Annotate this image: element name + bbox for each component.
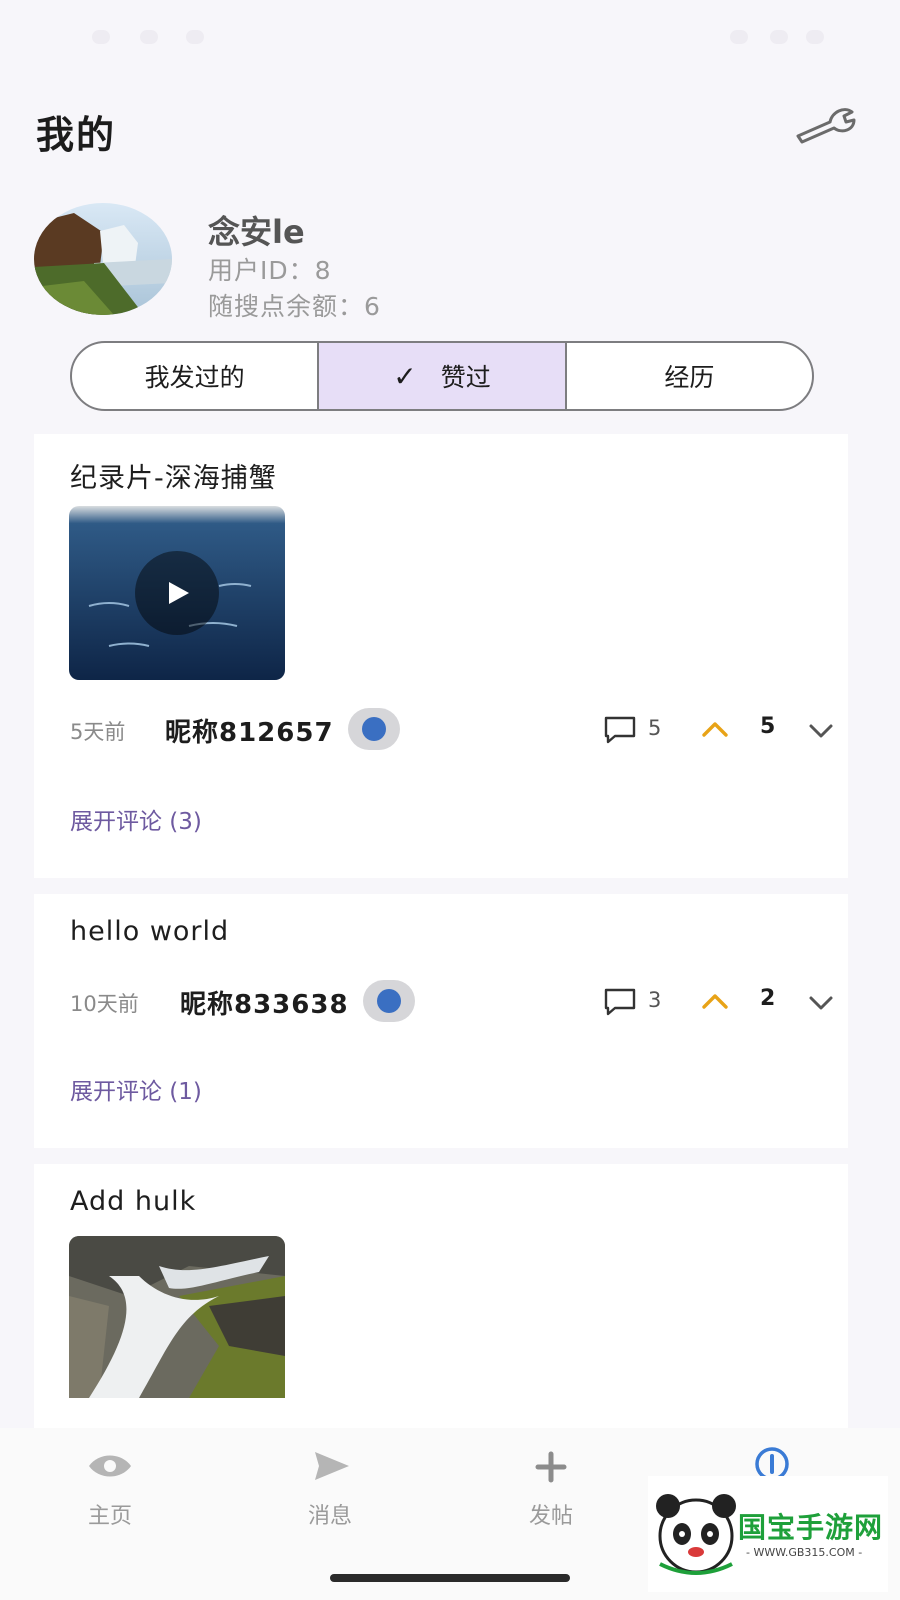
profile-balance: 随搜点余额：6	[208, 292, 381, 321]
user-badge-icon[interactable]	[363, 980, 415, 1022]
page-title: 我的	[36, 113, 117, 157]
profile-section: 念安le 用户ID：8 随搜点余额：6	[34, 203, 864, 323]
nav-label: 主页	[87, 1504, 132, 1529]
post-author[interactable]: 昵称812657	[165, 712, 334, 749]
post-time: 10天前	[70, 992, 139, 1016]
post-card[interactable]: Add hulk	[34, 1164, 848, 1428]
tab-label: 赞过	[440, 363, 491, 392]
watermark-url: - WWW.GB315.COM -	[746, 1546, 863, 1559]
tab-posted[interactable]: 我发过的	[72, 343, 320, 409]
avatar[interactable]	[34, 203, 172, 315]
nav-messages[interactable]: 消息	[270, 1446, 390, 1546]
comment-icon[interactable]	[603, 715, 637, 745]
post-video-thumbnail[interactable]	[69, 506, 285, 680]
watermark-text: 国宝手游网	[738, 1511, 884, 1544]
upvote-icon[interactable]	[700, 718, 730, 740]
battery-icon	[806, 30, 824, 44]
home-indicator[interactable]	[330, 1574, 570, 1582]
eye-icon	[89, 1455, 131, 1477]
nav-home[interactable]: 主页	[50, 1446, 170, 1546]
post-card[interactable]: 纪录片-深海捕蟹 5天前 昵称812657 5 5 展开评论 (3)	[34, 434, 848, 878]
status-bar	[0, 0, 900, 60]
plus-icon	[535, 1451, 567, 1483]
send-icon	[315, 1452, 349, 1480]
post-title: Add hulk	[70, 1186, 197, 1217]
nav-label: 发帖	[528, 1504, 573, 1529]
nav-post[interactable]: 发帖	[491, 1446, 611, 1546]
status-icon	[92, 30, 110, 44]
expand-comments-link[interactable]: 展开评论 (1)	[70, 1072, 202, 1106]
check-icon: ✓	[393, 359, 417, 393]
status-icon	[186, 30, 204, 44]
post-time: 5天前	[70, 720, 126, 744]
settings-button[interactable]	[790, 100, 860, 150]
tab-liked[interactable]: ✓ 赞过	[319, 343, 567, 409]
comment-icon[interactable]	[603, 987, 637, 1017]
signal-icon	[770, 30, 788, 44]
page-header: 我的	[36, 96, 866, 157]
comment-count: 5	[648, 716, 662, 740]
profile-nickname: 念安le	[208, 213, 305, 251]
watermark-logo: 国宝手游网 - WWW.GB315.COM -	[648, 1476, 888, 1592]
post-title: hello world	[70, 916, 230, 947]
status-icon	[140, 30, 158, 44]
downvote-icon[interactable]	[807, 721, 835, 741]
expand-comments-link[interactable]: 展开评论 (3)	[70, 802, 202, 836]
profile-user-id: 用户ID：8	[208, 256, 332, 285]
wifi-icon	[730, 30, 748, 44]
tab-label: 我发过的	[144, 363, 245, 392]
upvote-icon[interactable]	[700, 990, 730, 1012]
user-badge-icon[interactable]	[348, 708, 400, 750]
vote-score: 2	[760, 986, 776, 1011]
post-card[interactable]: hello world 10天前 昵称833638 3 2 展开评论 (1)	[34, 894, 848, 1148]
tab-experience[interactable]: 经历	[567, 343, 812, 409]
vote-score: 5	[760, 714, 776, 739]
post-image-thumbnail[interactable]	[69, 1236, 285, 1398]
post-author[interactable]: 昵称833638	[180, 984, 349, 1021]
post-meta-row: 5天前 昵称812657 5 5	[70, 708, 833, 752]
profile-tabs: 我发过的 ✓ 赞过 经历	[70, 341, 814, 411]
tab-label: 经历	[664, 363, 715, 392]
panda-logo-icon	[656, 1494, 736, 1575]
post-meta-row: 10天前 昵称833638 3 2	[70, 980, 833, 1024]
wrench-icon	[796, 108, 856, 144]
comment-count: 3	[648, 988, 662, 1012]
post-title: 纪录片-深海捕蟹	[70, 463, 277, 494]
downvote-icon[interactable]	[807, 993, 835, 1013]
nav-label: 消息	[307, 1504, 352, 1529]
